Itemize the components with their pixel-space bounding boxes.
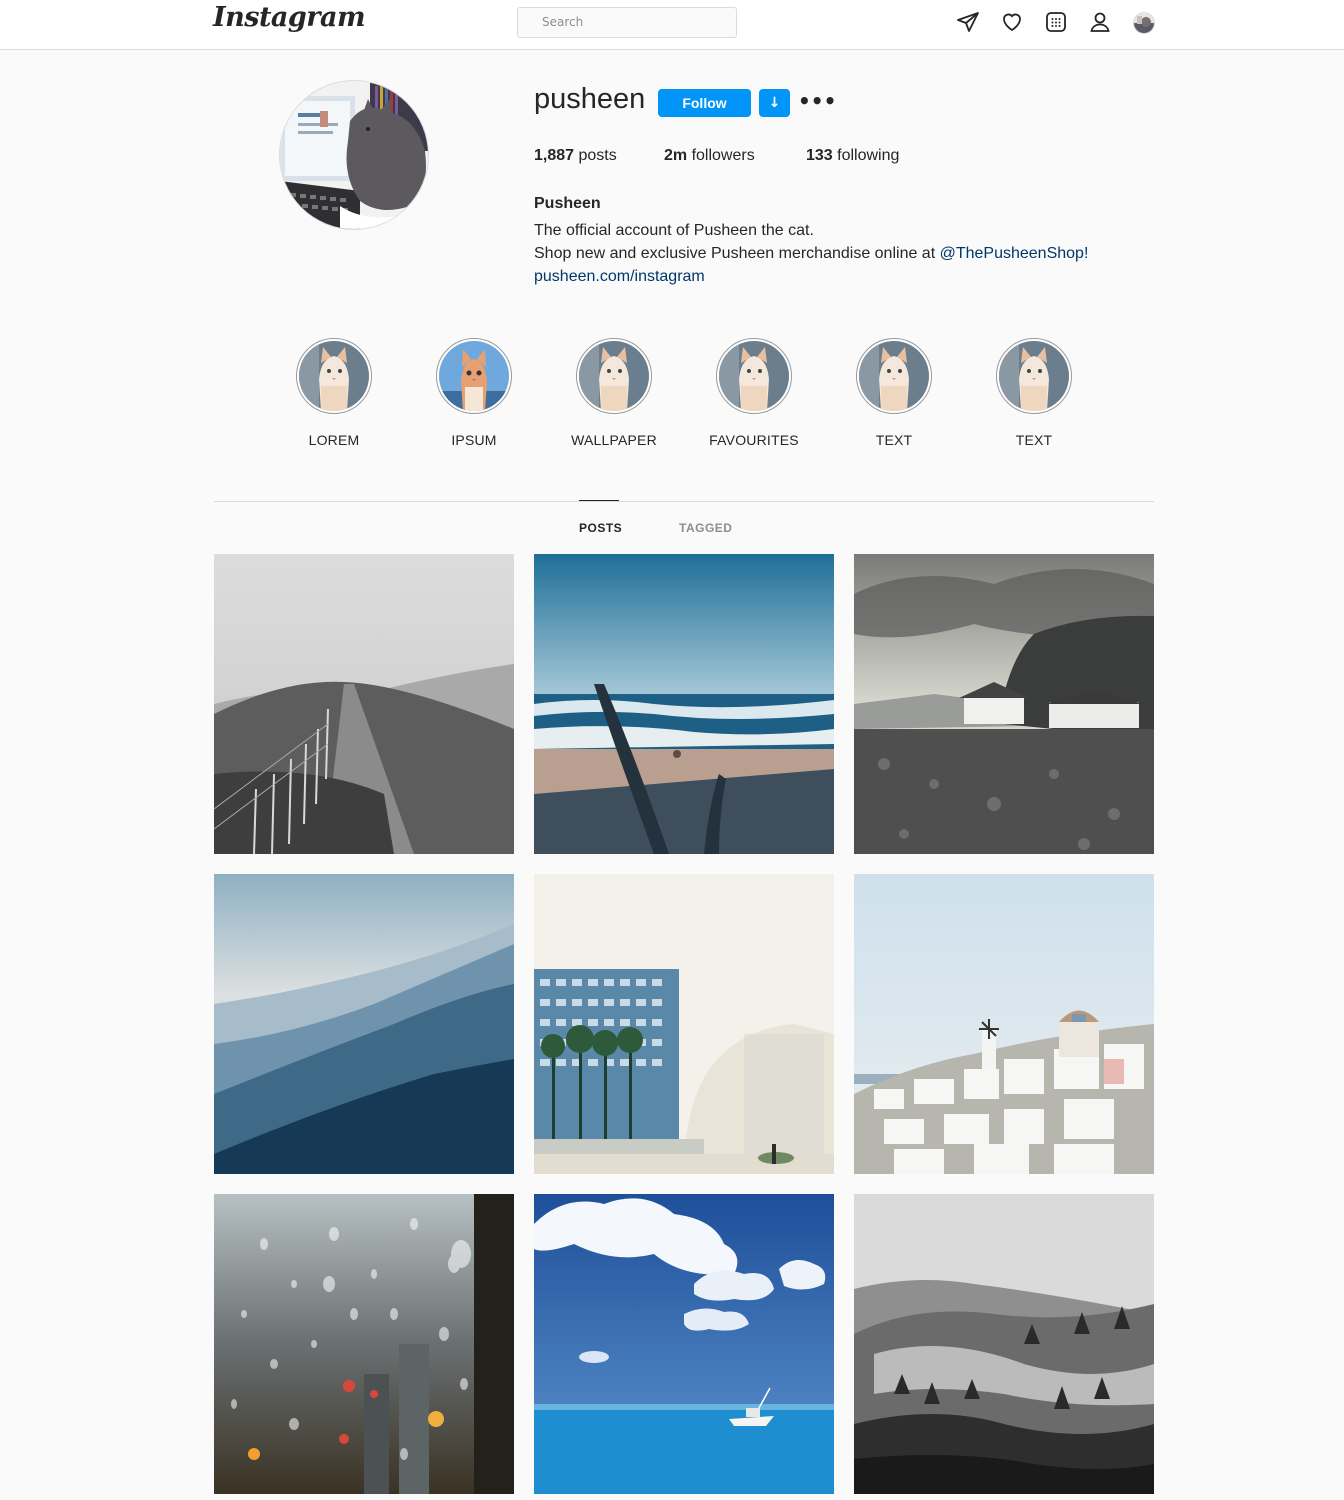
highlight-ring (856, 338, 932, 414)
follow-button[interactable]: Follow (658, 89, 751, 117)
highlight-cover (579, 341, 649, 411)
post-thumbnail[interactable] (214, 1194, 514, 1494)
post-thumbnail[interactable] (534, 554, 834, 854)
highlight-label: WALLPAPER (571, 432, 657, 448)
posts-count-value: 1,887 (534, 147, 575, 164)
post-thumbnail[interactable] (534, 874, 834, 1174)
more-options-button[interactable]: ••• (798, 86, 836, 116)
posts-count: 1,887 posts (534, 147, 617, 165)
post-thumbnail[interactable] (854, 874, 1154, 1174)
highlight-cover (999, 341, 1069, 411)
highlight-ring (436, 338, 512, 414)
highlight-cover (719, 341, 789, 411)
top-navigation-bar: Instagram Search (0, 0, 1344, 50)
post-thumbnail[interactable] (534, 1194, 834, 1494)
highlight-cover (439, 341, 509, 411)
tab-posts[interactable]: POSTS (579, 521, 622, 535)
highlight-label: TEXT (1015, 432, 1053, 448)
followers-count[interactable]: 2m followers (664, 147, 755, 165)
highlight-label: IPSUM (451, 432, 497, 448)
profile-website-link[interactable]: pusheen.com/instagram (534, 268, 705, 286)
story-highlight[interactable]: TEXT (834, 338, 954, 448)
bio-line: The official account of Pusheen the cat. (534, 222, 814, 239)
active-tab-indicator (579, 500, 619, 501)
search-input[interactable]: Search (517, 7, 737, 38)
highlight-label: LOREM (308, 432, 360, 448)
post-thumbnail[interactable] (854, 1194, 1154, 1494)
suggested-dropdown-button[interactable]: ↓ (759, 89, 790, 117)
highlight-label: FAVOURITES (709, 432, 799, 448)
posts-count-label: posts (574, 147, 617, 164)
explore-icon[interactable] (1044, 10, 1068, 34)
profile-icon[interactable] (1088, 10, 1112, 34)
story-highlight[interactable]: FAVOURITES (694, 338, 814, 448)
story-highlight[interactable]: IPSUM (414, 338, 534, 448)
post-thumbnail[interactable] (854, 554, 1154, 854)
profile-username: pusheen (534, 83, 646, 115)
highlight-ring (576, 338, 652, 414)
post-thumbnail[interactable] (214, 874, 514, 1174)
highlight-cover (299, 341, 369, 411)
highlight-ring (296, 338, 372, 414)
bio-mention-link[interactable]: @ThePusheenShop (940, 245, 1084, 262)
tab-tagged[interactable]: TAGGED (679, 521, 732, 535)
avatar[interactable] (1133, 12, 1155, 34)
followers-count-label: followers (687, 147, 755, 164)
highlight-cover (859, 341, 929, 411)
story-highlight[interactable]: WALLPAPER (554, 338, 674, 448)
post-thumbnail[interactable] (214, 554, 514, 854)
following-count-label: following (832, 147, 900, 164)
tabs-divider (214, 501, 1154, 502)
direct-icon[interactable] (956, 10, 980, 34)
highlight-label: TEXT (875, 432, 913, 448)
story-highlight[interactable]: LOREM (274, 338, 394, 448)
followers-count-value: 2m (664, 147, 688, 164)
heart-icon[interactable] (1000, 10, 1024, 34)
profile-full-name: Pusheen (534, 195, 601, 212)
bio-text: Shop new and exclusive Pusheen merchandi… (534, 245, 940, 262)
following-count-value: 133 (806, 147, 833, 164)
bio-text: ! (1083, 245, 1089, 262)
profile-avatar[interactable] (279, 80, 429, 230)
highlight-ring (716, 338, 792, 414)
instagram-logo[interactable]: Instagram (213, 2, 366, 33)
following-count[interactable]: 133 following (806, 147, 899, 165)
bio-line: Shop new and exclusive Pusheen merchandi… (534, 245, 1088, 263)
story-highlight[interactable]: TEXT (974, 338, 1094, 448)
highlight-ring (996, 338, 1072, 414)
